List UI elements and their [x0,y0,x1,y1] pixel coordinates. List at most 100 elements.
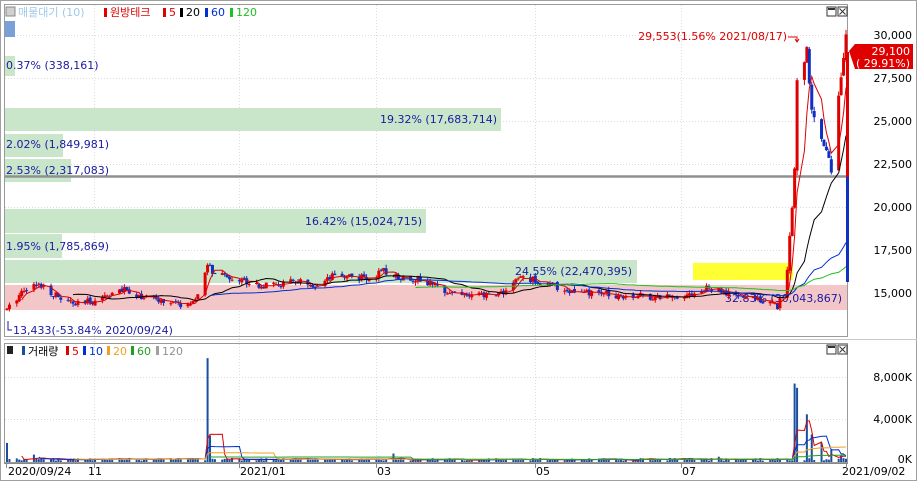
volume-bar [392,453,395,462]
profile-label-7: 32.83% (30,043,867) [725,292,842,305]
volume-bar [468,460,471,462]
candle-body [230,279,234,281]
volume-bar [463,460,466,462]
volume-bar [42,459,45,462]
current-price-tag: 29,100 ( 29.91%) [849,44,913,70]
candle-body [333,273,337,276]
ma20-label: 20 [186,6,200,19]
volume-bar [460,459,463,462]
volume-bar [174,459,177,462]
candle-body [516,278,520,280]
highlight-band [693,263,793,280]
vol-ma20-marker-icon [107,346,110,355]
volume-bar [323,459,326,462]
volume-bar [363,459,366,462]
vol-ma10-marker-icon [83,346,86,355]
ma120-marker-icon [230,8,233,17]
volume-bar [397,459,400,462]
candle-body [291,279,295,281]
price-tick-6: 15,000 [874,287,913,300]
stock-chart: 0.37% (338,161) 19.32% (17,683,714) 2.02… [0,0,917,481]
volume-bar [297,459,300,462]
volume-bar [140,460,143,462]
candle-body [213,273,217,275]
volume-bar [255,460,258,462]
volume-collapse-icon[interactable] [7,346,13,354]
volume-tick-0: 8,000K [873,371,912,384]
volume-bar [566,460,569,462]
profile-label-6: 24.55% (22,470,395) [515,265,632,278]
volume-bar [272,459,275,462]
current-change: ( 29.91%) [856,57,910,70]
volume-bar [350,460,353,462]
candle-body [744,297,748,299]
candle-body [653,297,657,301]
xaxis-label-5: 07 [682,465,696,478]
candle-body [793,168,797,208]
candle-body [105,295,109,297]
volume-bar [774,460,777,462]
candle-body [790,207,794,237]
volume-bar [228,459,231,462]
volume-bar [238,459,241,462]
candle-body [247,284,251,286]
candle-body [741,295,745,298]
candle-body [827,151,831,158]
candle-body [71,301,75,304]
volume-bar [138,459,141,462]
side-tab[interactable] [5,21,15,37]
profile-label-3: 2.53% (2,317,083) [6,164,109,177]
volume-bar [808,458,811,462]
volume-bar [54,460,57,462]
candle-body [384,268,388,275]
price-tick-5: 17,500 [874,244,913,257]
profile-label-2: 2.02% (1,849,981) [6,138,109,151]
volume-bar [37,459,40,462]
vol-ma60-marker-icon [131,346,134,355]
stock-name: 원방테크 [110,6,150,19]
candle-body [448,293,452,295]
volume-bar [827,459,830,462]
volume-bar [813,460,816,462]
volume-bar [529,460,532,462]
volume-bar [221,459,224,462]
volume-bar [409,460,412,462]
candle-body [188,304,192,306]
volume-bar [194,459,197,462]
candle-body [829,159,833,173]
candle-body [565,289,569,292]
candle-body [100,297,104,301]
candle-body [32,284,36,290]
volume-bar [106,459,109,462]
candle-body [785,269,789,298]
collapse-icon[interactable] [5,6,16,17]
volume-bar [788,460,791,462]
ma60-marker-icon [205,8,208,17]
volume-bar [549,459,552,462]
volume-bar [213,459,216,462]
candle-body [69,300,73,302]
volume-bar [632,460,635,462]
range-bar-up [846,52,849,177]
ma120-label: 120 [236,6,257,19]
volume-bar [536,460,539,462]
volume-bar [172,459,175,462]
volume-bar [693,459,696,462]
volume-bar [15,458,18,462]
volume-bar [240,460,243,462]
volume-bar [822,460,825,462]
volume-bar [791,460,794,462]
volume-bar [412,460,415,462]
volume-bar [394,459,397,462]
vol-ma120-label: 120 [162,345,183,358]
vol-ma5-marker-icon [66,346,69,355]
xaxis-label-4: 05 [536,465,550,478]
vol-ma5-label: 5 [72,345,79,358]
volume-bar [434,460,437,462]
volume-bar [402,459,405,462]
volume-bar [563,460,566,462]
volume-bar [522,459,525,462]
volume-bar [309,459,312,462]
volume-panel [4,343,848,463]
volume-bar [465,460,468,462]
